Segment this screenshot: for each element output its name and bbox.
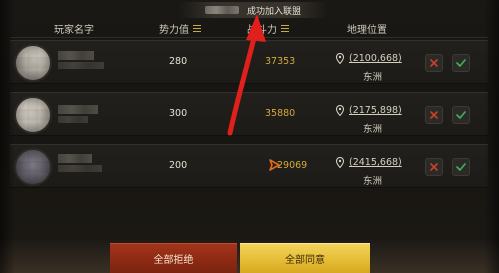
blurred-player-name — [58, 62, 104, 69]
map-pin-icon — [336, 105, 344, 116]
might-value: 35880 — [265, 108, 296, 119]
close-icon — [430, 59, 438, 67]
map-pin-icon — [336, 53, 344, 64]
power-value: 200 — [169, 160, 188, 171]
applicant-row: 300 35880 (2175,898) 东洲 — [10, 92, 488, 136]
avatar — [14, 96, 52, 134]
power-value: 300 — [169, 108, 188, 119]
region-label: 东洲 — [363, 124, 383, 135]
region-label: 东洲 — [363, 176, 383, 187]
avatar — [14, 44, 52, 82]
blurred-player-name — [58, 51, 94, 60]
reject-button[interactable] — [425, 158, 443, 176]
sort-icon[interactable] — [193, 25, 201, 33]
check-icon — [456, 163, 466, 171]
applicant-row: 200 29069 (2415,668) 东洲 — [10, 144, 488, 188]
blurred-player-name — [58, 165, 102, 172]
accept-button[interactable] — [452, 54, 470, 72]
applicant-row: 280 37353 (2100,668) 东洲 — [10, 40, 488, 84]
blurred-player-name — [58, 154, 92, 163]
blurred-player-name — [58, 105, 98, 114]
accept-all-button[interactable]: 全部同意 — [240, 243, 370, 273]
close-icon — [430, 111, 438, 119]
map-pin-icon — [336, 157, 344, 168]
might-value: 37353 — [265, 56, 296, 67]
coordinate-link[interactable]: (2175,898) — [349, 105, 402, 116]
accept-button[interactable] — [452, 106, 470, 124]
triangle-cursor-icon — [269, 159, 280, 171]
table-header: 玩家名字 势力值 战斗力 地理位置 — [0, 16, 499, 38]
toast-message: 成功加入联盟 — [246, 6, 301, 17]
avatar — [14, 148, 52, 186]
header-location: 地理位置 — [347, 25, 387, 36]
blurred-player-name — [58, 116, 88, 123]
region-label: 东洲 — [363, 72, 383, 83]
header-player-name: 玩家名字 — [54, 25, 94, 36]
reject-button[interactable] — [425, 106, 443, 124]
header-power[interactable]: 势力值 — [159, 21, 201, 36]
header-might[interactable]: 战斗力 — [247, 21, 289, 36]
header-divider — [10, 37, 488, 38]
might-value: 29069 — [277, 160, 308, 171]
accept-button[interactable] — [452, 158, 470, 176]
sort-icon[interactable] — [281, 25, 289, 33]
power-value: 280 — [169, 56, 188, 67]
blurred-player-name — [204, 6, 239, 14]
coordinate-link[interactable]: (2100,668) — [349, 53, 402, 64]
close-icon — [430, 163, 438, 171]
coordinate-link[interactable]: (2415,668) — [349, 157, 402, 168]
alliance-applications-screen: 成功加入联盟 玩家名字 势力值 战斗力 地理位置 280 37353 (2100… — [0, 0, 499, 273]
reject-all-button[interactable]: 全部拒绝 — [110, 243, 237, 273]
check-icon — [456, 111, 466, 119]
reject-button[interactable] — [425, 54, 443, 72]
check-icon — [456, 59, 466, 67]
